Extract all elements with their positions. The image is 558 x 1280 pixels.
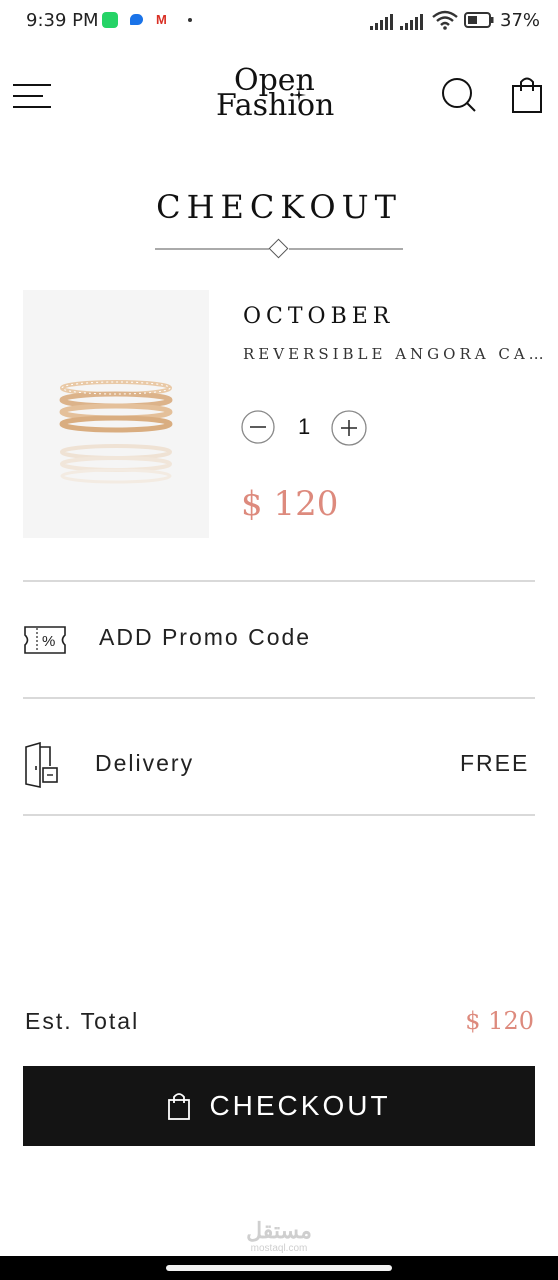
whatsapp-icon [102, 12, 118, 28]
promo-icon-text: % [42, 633, 55, 650]
delivery-value: FREE [460, 750, 530, 776]
page-title: CHECKOUT [156, 188, 402, 226]
more-notifications-icon [188, 18, 192, 22]
product-description: REVERSIBLE ANGORA CARDIGAN [243, 345, 553, 363]
product-brand: OCTOBER [243, 304, 395, 329]
promo-code-label[interactable]: ADD Promo Code [99, 624, 311, 651]
product-price: $ 120 [241, 484, 339, 524]
signal-icon [370, 12, 393, 30]
messages-icon [130, 14, 143, 25]
ring-image [59, 380, 173, 484]
logo-text-line2: Fashion [216, 88, 335, 123]
bag-icon[interactable] [510, 74, 544, 114]
title-divider-ornament [155, 238, 403, 259]
checkout-button-label: CHECKOUT [209, 1090, 391, 1121]
bag-icon [168, 1093, 191, 1120]
checkout-button[interactable]: CHECKOUT [23, 1066, 535, 1146]
watermark-logo: مستقل [246, 1218, 312, 1243]
wifi-icon [432, 10, 458, 30]
quantity-increase-button[interactable] [331, 410, 367, 446]
home-gesture-handle[interactable] [166, 1265, 392, 1271]
gmail-icon: M [156, 12, 167, 27]
status-time: 9:39 PM [26, 10, 99, 31]
product-image[interactable] [23, 290, 209, 538]
sparkle-icon [292, 88, 306, 102]
est-total-value: $ 120 [465, 1007, 534, 1035]
search-icon[interactable] [440, 76, 478, 114]
menu-icon[interactable] [12, 82, 52, 110]
promo-ticket-icon: % [24, 626, 66, 654]
delivery-door-icon [25, 742, 58, 788]
status-bar: 9:39 PM M 37% [0, 0, 558, 44]
signal-icon-2 [400, 12, 423, 30]
quantity-value: 1 [298, 414, 311, 439]
divider [23, 814, 535, 816]
battery-icon [464, 12, 494, 28]
delivery-label: Delivery [95, 750, 195, 776]
brand-logo[interactable]: Open Fashion [204, 66, 354, 124]
est-total-label: Est. Total [25, 1008, 140, 1034]
divider [23, 697, 535, 699]
quantity-decrease-button[interactable] [241, 410, 275, 444]
watermark-url: mostaql.com [250, 1243, 308, 1254]
divider [23, 580, 535, 582]
battery-level: 37% [500, 10, 541, 31]
